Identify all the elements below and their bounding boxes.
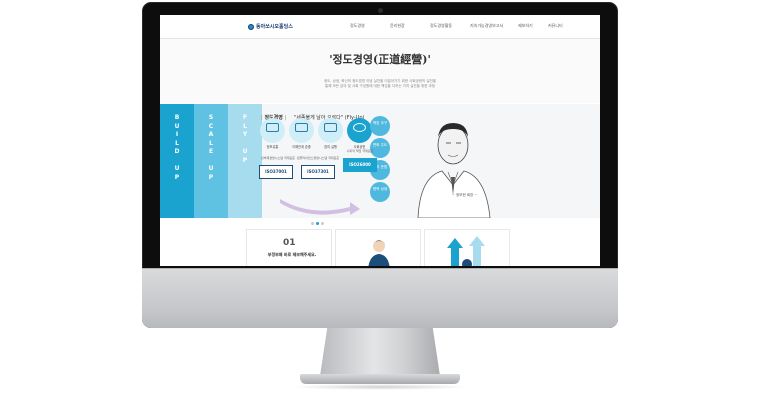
circle-social-contribution [347, 118, 372, 143]
stripe-text: SCALE UP [208, 114, 214, 181]
circle-stakeholder [289, 118, 314, 143]
stripe-build-up[interactable]: BUILD UP [160, 104, 194, 218]
logo-text: 동아쏘시오홀딩스 [256, 24, 293, 30]
carousel-dot[interactable] [311, 222, 314, 225]
people-icon [266, 123, 279, 132]
briefcase-icon [324, 123, 337, 132]
page-description: 정도, 상생, 혁신의 정도경영 이념 실천을 이끌어가기 위한 사회공헌의 실… [160, 79, 600, 89]
value-circle: 협력 상생 [370, 182, 390, 202]
handshake-icon [353, 123, 366, 132]
people-group-icon [295, 123, 308, 132]
monitor-chin [142, 268, 618, 328]
monitor-stand [320, 328, 440, 376]
stripe-label: SCALE UP [194, 114, 228, 182]
ceo-caption: ~ 정보현 회장 ~ [452, 193, 478, 197]
iso-note: 사회적 책임 국제표준 [346, 149, 374, 153]
card-arrows[interactable] [424, 229, 510, 266]
menu-item-ethics-activities[interactable]: 정도경영활동 [430, 23, 470, 29]
stripe-fly-up[interactable]: FLY UP [228, 104, 262, 218]
carousel-dot-active[interactable] [316, 222, 319, 225]
menu-item-sustainability-report[interactable]: 지속가능경영보고서 [470, 23, 518, 29]
top-nav: 동아쏘시오홀딩스 정도경영 윤리헌장 정도경영활동 지속가능경영보고서 제보하기… [160, 15, 600, 39]
card-number: 01 [283, 238, 296, 248]
stripe-scale-up[interactable]: SCALE UP [194, 104, 228, 218]
iso-badge: ISO37301 [301, 165, 335, 179]
page-title: '정도경영(正道經營)' [329, 53, 431, 66]
hero-header: '정도경영(正道經營)' 정도, 상생, 혁신의 정도경영 이념 실천을 이끌어… [160, 39, 600, 103]
card-report[interactable]: 01 부정부패 바로 제보해주세요. [246, 229, 332, 266]
menu-item-ethics-management[interactable]: 정도경영 [350, 23, 390, 29]
circle-info-sharing [260, 118, 285, 143]
circle-label: 정보유통 [266, 145, 279, 149]
stripe-text: BUILD UP [174, 114, 180, 181]
circle-participation [318, 118, 343, 143]
site-logo[interactable]: 동아쏘시오홀딩스 [248, 23, 293, 30]
base-shadow [290, 384, 470, 390]
card-text: 부정부패 바로 제보해주세요. [267, 252, 317, 257]
carousel-dot[interactable] [321, 222, 324, 225]
person-icon [368, 240, 390, 266]
ceo-portrait [417, 123, 491, 218]
card-person[interactable] [335, 229, 421, 266]
monitor-base [300, 374, 460, 384]
iso-note: 반부패경영시스템 국제표준 [260, 156, 296, 160]
screen: 동아쏘시오홀딩스 정도경영 윤리헌장 정도경영활동 지속가능경영보고서 제보하기… [160, 15, 600, 266]
logo-mark-icon [248, 23, 254, 30]
stripe-label: BUILD UP [160, 114, 194, 182]
iso-badge: ISO37001 [259, 165, 293, 179]
description-line: 통해 모든 분야 및 사회 구성원에 대한 책임을 다하는 가치 실천을 위한 … [325, 84, 435, 88]
upward-arrows-icon [447, 236, 485, 266]
webcam [378, 8, 383, 13]
iso-note: 컴플라이언스경영시스템 국제표준 [296, 156, 340, 160]
main-menu: 정도경영 윤리헌장 정도경영활동 지속가능경영보고서 제보하기 커뮤니티 [350, 23, 588, 29]
circle-label: 이해관계 존중 [292, 145, 311, 149]
iso-badge: ISO26000 [343, 158, 377, 172]
value-circle: 책임 추구 [370, 116, 390, 136]
menu-item-report[interactable]: 제보하기 [518, 23, 548, 29]
carousel-dots [311, 222, 324, 225]
stage: 동아쏘시오홀딩스 정도경영 윤리헌장 정도경영활동 지속가능경영보고서 제보하기… [0, 0, 760, 400]
growth-arrow-icon [280, 199, 360, 215]
menu-item-community[interactable]: 커뮤니티 [548, 23, 588, 29]
value-circle: 변화 주도 [370, 138, 390, 158]
menu-item-ethics-charter[interactable]: 윤리헌장 [390, 23, 430, 29]
